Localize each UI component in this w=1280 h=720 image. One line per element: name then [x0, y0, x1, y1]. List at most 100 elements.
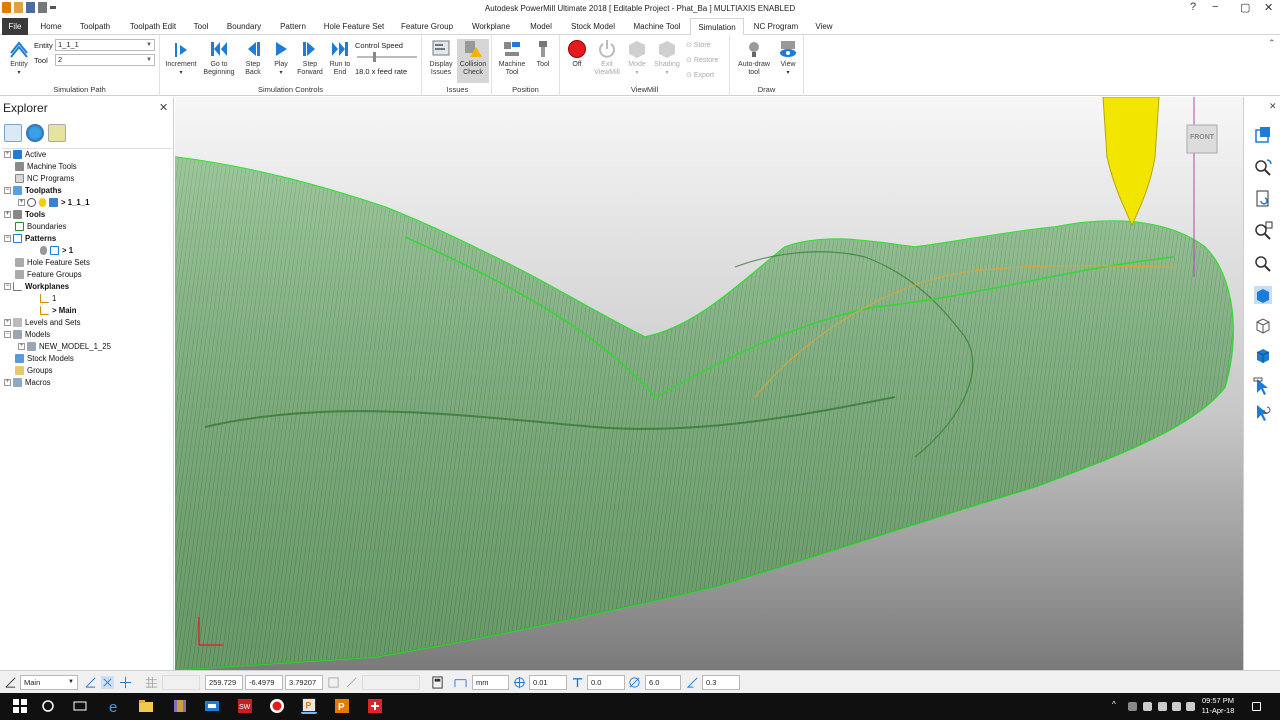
shading-button[interactable]: Shading ▾ — [652, 39, 682, 77]
restore-button[interactable]: ⊙ Restore — [686, 56, 718, 64]
tab-nc-program[interactable]: NC Program — [750, 18, 802, 35]
tab-toolpath-edit[interactable]: Toolpath Edit — [124, 18, 182, 35]
tolerance-field[interactable]: 0.01 — [529, 675, 567, 690]
expand-icon[interactable]: + — [4, 211, 11, 219]
close-button[interactable]: ✕ — [1264, 1, 1273, 14]
thickness-field[interactable]: 0.0 — [587, 675, 625, 690]
step-forward-button[interactable]: Step Forward — [294, 39, 326, 77]
entity-select[interactable]: 1_1_1 ▼ — [55, 39, 155, 51]
powermill-taskbar-icon-2[interactable]: P — [334, 698, 350, 714]
units-icon[interactable] — [454, 676, 467, 689]
expand-icon[interactable]: + — [18, 343, 25, 351]
tree-item-pattern-1[interactable]: > 1 — [40, 245, 73, 257]
tab-workplane[interactable]: Workplane — [466, 18, 516, 35]
tree-item-toolpaths[interactable]: − Toolpaths — [4, 185, 62, 197]
tree-item-stock-models[interactable]: Stock Models — [15, 353, 74, 365]
tolerance-icon[interactable] — [513, 676, 526, 689]
tab-toolpath[interactable]: Toolpath — [74, 18, 116, 35]
expand-icon[interactable]: + — [4, 379, 11, 387]
units-field[interactable]: mm — [472, 675, 509, 690]
wireframe-cube-icon[interactable] — [1253, 315, 1273, 335]
tab-view[interactable]: View — [810, 18, 838, 35]
expand-icon[interactable]: + — [18, 199, 25, 207]
solid-cube-icon[interactable] — [1253, 345, 1273, 365]
tab-boundary[interactable]: Boundary — [222, 18, 266, 35]
iso-view-icon[interactable] — [1253, 125, 1273, 145]
tray-network-icon[interactable] — [1143, 702, 1152, 711]
taskbar-clock[interactable]: 09:57 PM 11-Apr-18 — [1196, 696, 1240, 716]
search-icon[interactable] — [40, 698, 56, 714]
close-icon[interactable]: ✕ — [1269, 101, 1277, 112]
tree-item-workplanes[interactable]: − Workplanes — [4, 281, 69, 293]
play-button[interactable]: Play ▾ — [268, 39, 294, 77]
tab-file[interactable]: File — [2, 18, 28, 35]
tray-volume-icon[interactable] — [1172, 702, 1181, 711]
tab-home[interactable]: Home — [34, 18, 68, 35]
maximize-button[interactable]: ▢ — [1240, 1, 1250, 14]
store-button[interactable]: ⊙ Store — [686, 41, 711, 49]
x-coordinate-field[interactable]: 259.729 — [205, 675, 243, 690]
tree-item-toolpath-1-1-1[interactable]: + > 1_1_1 — [18, 197, 89, 209]
measure-icon[interactable] — [345, 676, 358, 689]
display-issues-button[interactable]: Display Issues — [426, 39, 456, 77]
solidworks-icon[interactable]: SW — [237, 698, 253, 714]
zoom-fit-icon[interactable] — [1253, 221, 1273, 241]
tree-item-groups[interactable]: Groups — [15, 365, 53, 377]
refresh-page-icon[interactable] — [1253, 189, 1273, 209]
workplane-align-icon[interactable] — [84, 676, 97, 689]
tree-item-tools[interactable]: + Tools — [4, 209, 45, 221]
tab-pattern[interactable]: Pattern — [274, 18, 312, 35]
axis-lock-icon[interactable] — [327, 676, 340, 689]
snap-grid-icon[interactable] — [101, 676, 114, 689]
go-to-beginning-button[interactable]: Go to Beginning — [200, 39, 238, 77]
tab-machine-tool[interactable]: Machine Tool — [628, 18, 686, 35]
export-button[interactable]: ⊙ Export — [686, 71, 714, 79]
tree-item-boundaries[interactable]: Boundaries — [15, 221, 66, 233]
close-icon[interactable]: ✕ — [159, 101, 168, 114]
entity-button[interactable]: Entity ▾ — [4, 39, 34, 77]
tab-tool[interactable]: Tool — [188, 18, 214, 35]
graphics-viewport[interactable]: FRONT — [175, 97, 1243, 670]
tree-item-macros[interactable]: + Macros — [4, 377, 51, 389]
tree-item-feature-groups[interactable]: Feature Groups — [15, 269, 82, 281]
collapse-icon[interactable]: − — [4, 235, 11, 243]
collision-check-button[interactable]: Collision Check — [457, 39, 489, 83]
select-cursor-icon[interactable] — [1253, 377, 1273, 397]
screen-recorder-icon[interactable] — [269, 698, 285, 714]
position-tool-button[interactable]: Tool — [530, 39, 556, 69]
tab-feature-group[interactable]: Feature Group — [396, 18, 458, 35]
edge-browser-icon[interactable]: e — [107, 698, 123, 714]
ribbon-collapse-icon[interactable]: ⌃ — [1268, 38, 1276, 49]
collapse-icon[interactable]: − — [4, 187, 11, 195]
notifications-icon[interactable] — [1252, 702, 1261, 711]
tree-item-models[interactable]: − Models — [4, 329, 50, 341]
y-coordinate-field[interactable]: -6.4979 — [245, 675, 283, 690]
collapse-icon[interactable]: − — [4, 283, 11, 291]
tree-item-hole-feature-sets[interactable]: Hole Feature Sets — [15, 257, 90, 269]
task-view-icon[interactable] — [72, 698, 88, 714]
mode-button[interactable]: Mode ▾ — [624, 39, 650, 77]
tree-view-icon[interactable] — [4, 124, 22, 142]
calculator-icon[interactable] — [431, 676, 444, 689]
stepover-field[interactable]: 0.3 — [702, 675, 740, 690]
thickness-icon[interactable] — [571, 676, 584, 689]
file-explorer-icon[interactable] — [138, 698, 154, 714]
network-app-icon[interactable] — [204, 698, 220, 714]
powermill-taskbar-icon[interactable]: P — [301, 698, 317, 714]
model-render[interactable] — [175, 97, 1243, 670]
shaded-cube-icon[interactable] — [1253, 285, 1273, 305]
tree-item-active[interactable]: + Active — [4, 149, 46, 161]
step-back-button[interactable]: Step Back — [240, 39, 266, 77]
collapse-icon[interactable]: − — [4, 331, 11, 339]
tab-simulation[interactable]: Simulation — [690, 18, 744, 36]
increment-button[interactable]: Increment ▾ — [162, 39, 200, 77]
tab-stock-model[interactable]: Stock Model — [566, 18, 620, 35]
tray-app-icon[interactable] — [1128, 702, 1137, 711]
tab-model[interactable]: Model — [524, 18, 558, 35]
help-icon[interactable]: ? — [1190, 1, 1196, 13]
tree-item-workplane-main[interactable]: > Main — [40, 305, 76, 317]
tree-item-patterns[interactable]: − Patterns — [4, 233, 56, 245]
archive-app-icon[interactable] — [172, 698, 188, 714]
windows-start-icon[interactable] — [12, 698, 28, 714]
zoom-refresh-icon[interactable] — [1253, 157, 1273, 177]
